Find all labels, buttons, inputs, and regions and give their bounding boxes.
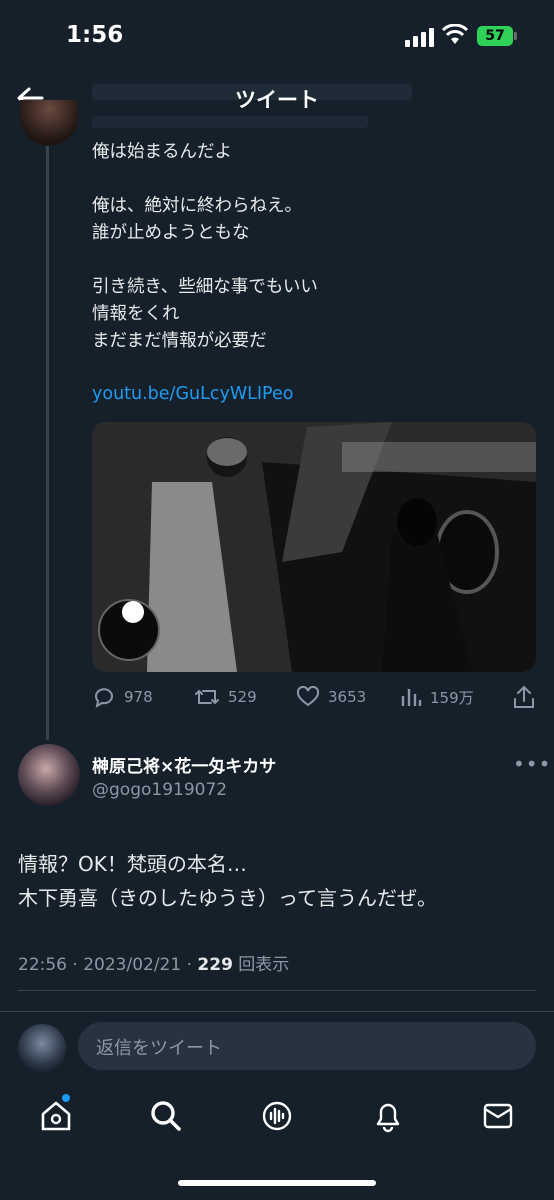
current-user-avatar (18, 1024, 66, 1072)
retweet-icon (195, 689, 219, 705)
status-time: 1:56 (66, 22, 124, 48)
messages-icon[interactable] (480, 1098, 516, 1134)
reply-action[interactable]: 978 (92, 684, 153, 710)
thumbnail-illustration (92, 422, 536, 672)
views-count: 159万 (430, 688, 474, 707)
wifi-icon (441, 24, 469, 44)
like-action[interactable]: 3653 (296, 684, 366, 710)
tweet-text-line: 木下勇喜（きのしたゆうき）って言うんだぜ。 (18, 886, 437, 910)
parent-tweet-line: 俺は始まるんだよ (92, 142, 232, 162)
thread-line (46, 146, 49, 740)
parent-tweet-line: 俺は、絶対に終わらねえ。 (92, 196, 302, 216)
tweet-timestamp[interactable]: 22:56 · 2023/02/21 · (18, 955, 197, 975)
divider (18, 990, 536, 991)
share-icon[interactable] (512, 684, 536, 710)
unread-dot (62, 1094, 70, 1102)
more-icon[interactable]: ••• (513, 752, 551, 776)
like-count: 3653 (328, 688, 367, 706)
parent-tweet-avatar[interactable] (20, 100, 78, 146)
parent-tweet-line: 情報をくれ (92, 304, 180, 324)
parent-tweet-line: 誰が止めようともな (92, 223, 250, 243)
youtube-link[interactable]: youtu.be/GuLcyWLIPeo (92, 384, 293, 404)
battery-tip (514, 32, 517, 40)
battery-icon: 57 (477, 26, 513, 46)
spaces-icon[interactable] (259, 1098, 295, 1134)
retweet-action[interactable]: 529 (194, 684, 257, 710)
home-icon[interactable] (38, 1098, 74, 1134)
view-count[interactable]: 229 (197, 955, 233, 975)
tweet-meta: 22:56 · 2023/02/21 · 229 回表示 (18, 950, 289, 975)
video-thumbnail[interactable] (92, 422, 536, 672)
parent-tweet-line: まだまだ情報が必要だ (92, 331, 267, 351)
tweet-text-line: 情報？OK！梵頭の本名… (18, 852, 247, 876)
home-indicator[interactable] (178, 1180, 376, 1186)
display-name[interactable]: 榊原己将×花一匁キカサ (92, 752, 276, 777)
scrolled-text-ghost (92, 116, 368, 128)
avatar[interactable] (18, 744, 80, 806)
views-action[interactable]: 159万 (400, 684, 474, 710)
like-icon (296, 685, 320, 707)
reply-icon (95, 688, 113, 709)
views-icon (401, 689, 422, 706)
divider (0, 1011, 554, 1012)
search-icon[interactable] (148, 1098, 184, 1134)
parent-tweet-line: 引き続き、些細な事でもいい (92, 277, 318, 297)
cellular-signal-icon (405, 27, 435, 47)
retweet-count: 529 (228, 688, 257, 706)
reply-count: 978 (124, 688, 153, 706)
view-label: 回表示 (232, 955, 290, 975)
reply-placeholder: 返信をツイート (96, 1038, 222, 1059)
user-handle[interactable]: @gogo1919072 (92, 780, 227, 800)
page-title: ツイート (235, 88, 319, 112)
notifications-icon[interactable] (370, 1098, 406, 1134)
